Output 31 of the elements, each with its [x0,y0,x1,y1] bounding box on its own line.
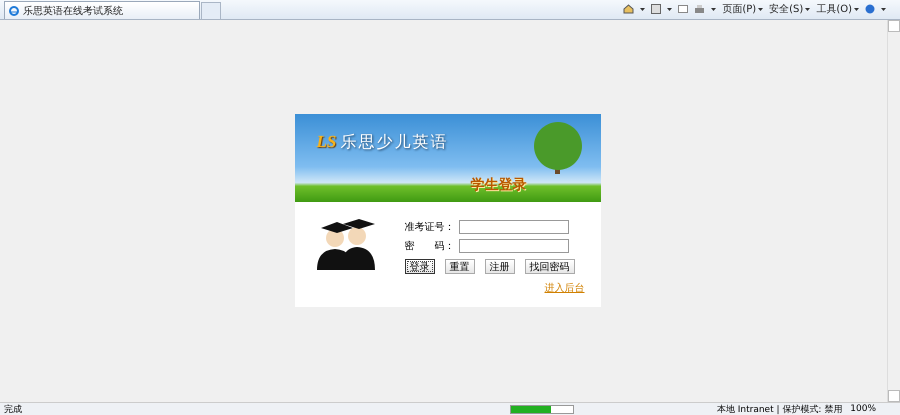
dropdown-caret-icon [640,8,646,10]
security-zone-text: 本地 Intranet | 保护模式: 禁用 [716,404,842,415]
field-label: 密 码： [404,240,452,253]
dropdown-caret-icon [854,8,859,10]
toolbar-menu[interactable]: 安全(S) [769,2,810,16]
new-tab-button[interactable] [201,2,221,19]
toolbar-menu[interactable]: 页面(P) [722,2,764,16]
scroll-down-button[interactable] [888,390,900,402]
home-icon[interactable] [623,4,634,14]
printer-icon[interactable] [694,4,706,14]
dropdown-caret-icon [805,8,810,10]
brand-title: 乐思少儿英语 [340,132,448,153]
help-icon[interactable] [865,4,875,14]
input-field[interactable] [458,220,568,234]
dropdown-caret-icon [667,8,672,10]
field-label: 准考证号： [404,220,452,234]
browser-tab[interactable]: 乐思英语在线考试系统 [4,1,200,19]
form-button[interactable]: 找回密码 [524,259,574,274]
logo-text: LS [316,132,336,152]
input-field[interactable] [458,239,568,253]
form-button[interactable]: 重置 [444,259,474,274]
browser-logo-icon [9,6,19,16]
scroll-up-button[interactable] [888,20,900,32]
zoom-level[interactable]: 100% [850,404,876,414]
dropdown-caret-icon [758,8,764,10]
form-button[interactable]: 登录 [404,259,434,274]
dropdown-caret-icon [881,8,886,10]
dropdown-caret-icon [711,8,716,10]
toolbar-menu[interactable]: 工具(O) [816,2,859,16]
status-text: 完成 [4,404,22,415]
form-button[interactable]: 注册 [484,259,514,274]
